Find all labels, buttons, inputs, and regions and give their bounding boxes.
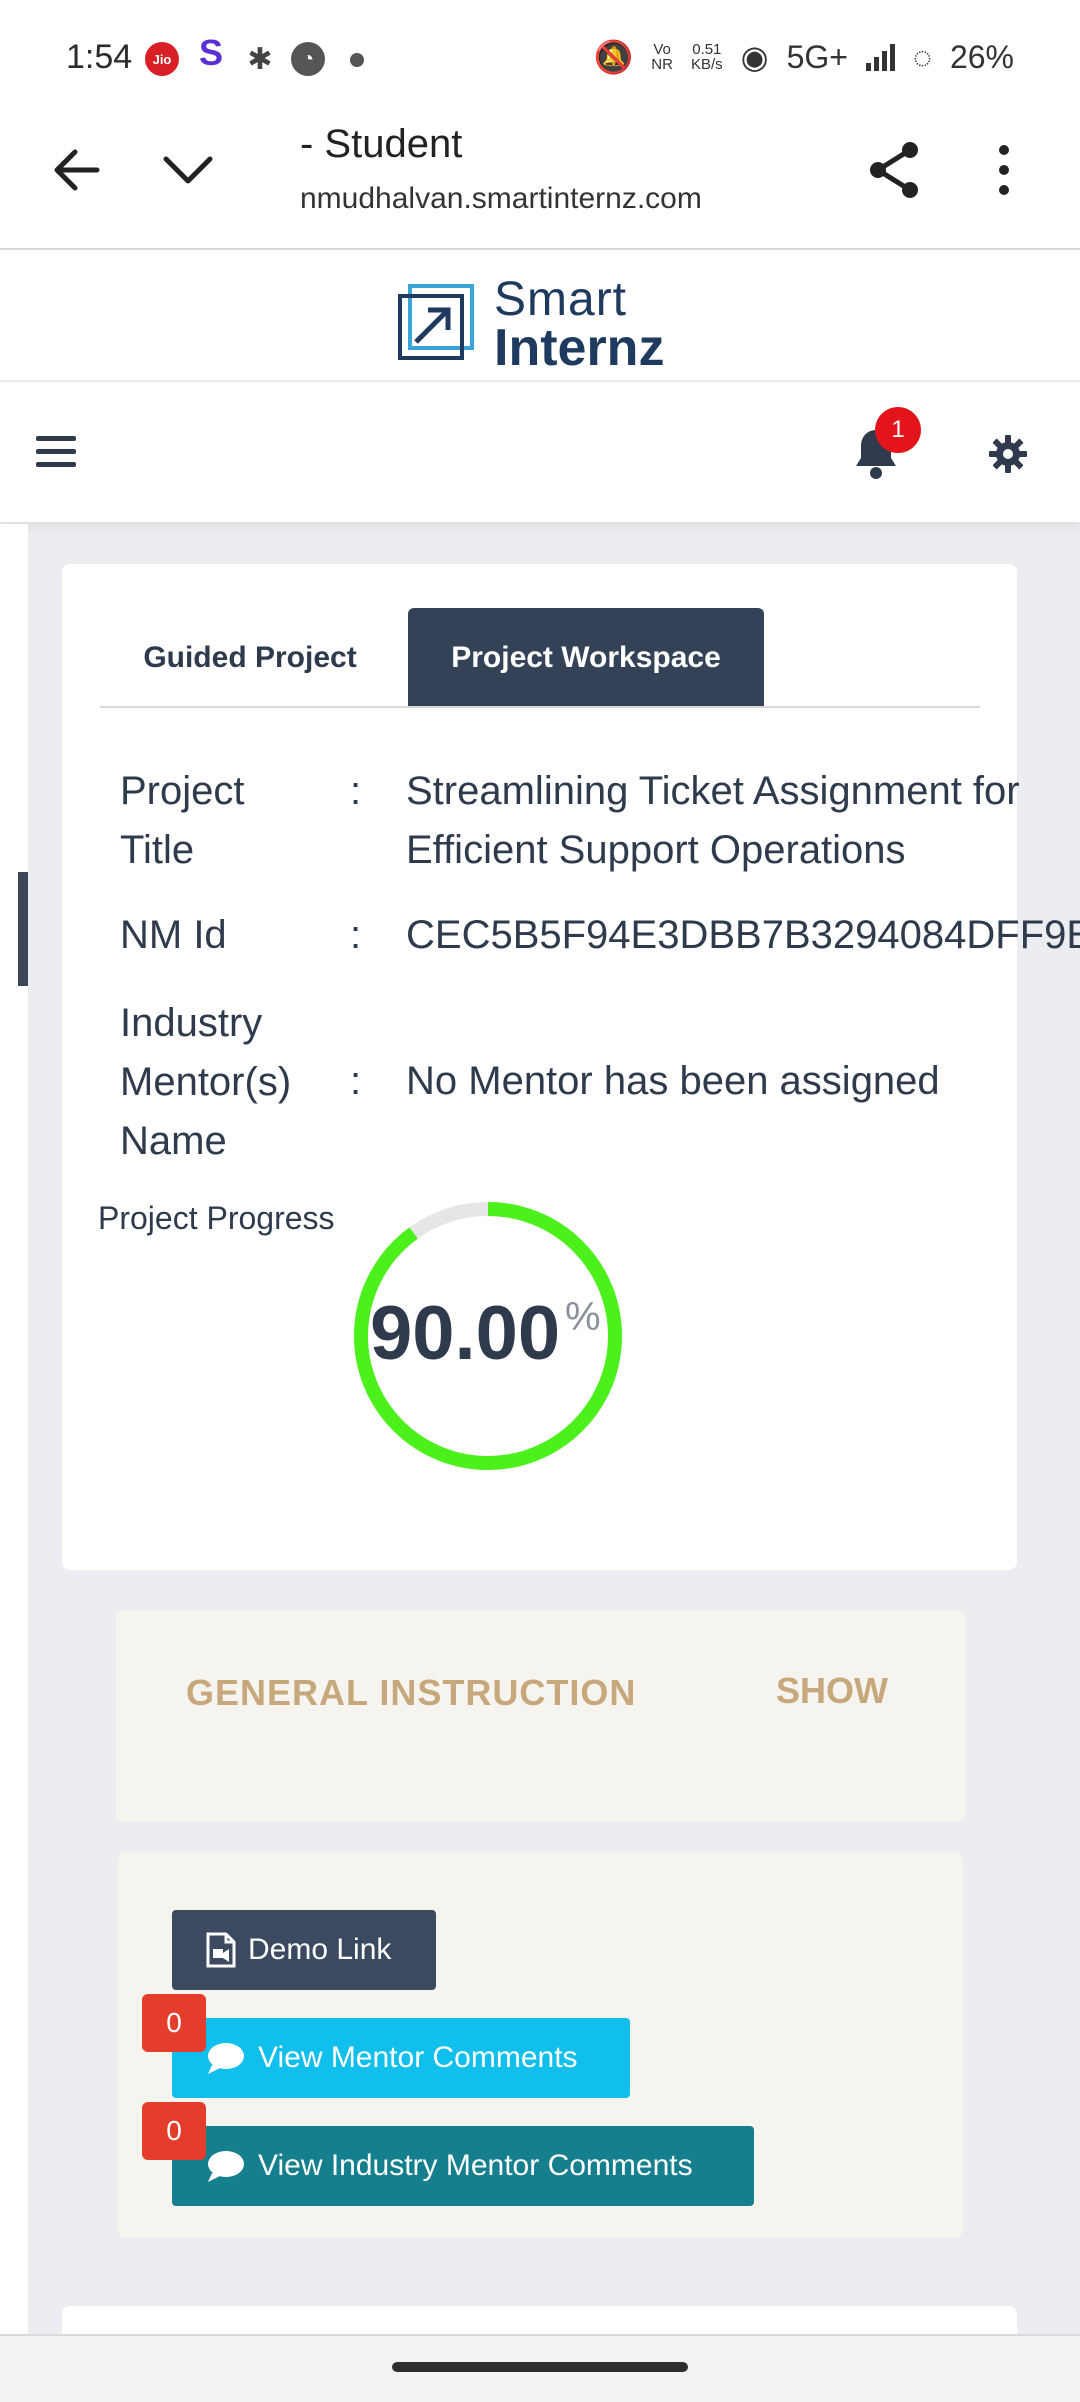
smartinternz-logo-icon [398, 284, 474, 360]
home-gesture-handle[interactable] [392, 2362, 688, 2372]
view-mentor-comments-label: View Mentor Comments [258, 2041, 578, 2074]
industry-mentor-label: Industry Mentor(s) Name [120, 994, 291, 1171]
chevron-down-icon [163, 156, 213, 184]
project-progress-label: Project Progress [98, 1200, 335, 1236]
collapse-button[interactable] [146, 128, 230, 212]
logo-text-internz: Internz [494, 319, 665, 377]
gauge-icon: ◔ [291, 42, 325, 76]
nm-id-label: NM Id [120, 913, 227, 957]
colon: : [350, 1059, 362, 1103]
project-title-label: Project Title [120, 762, 245, 880]
sidebar-edge [0, 524, 28, 2334]
mute-bell-icon: 🔕 [593, 39, 634, 75]
more-options-button[interactable] [962, 128, 1046, 212]
status-time: 1:54 [66, 38, 133, 76]
view-industry-mentor-comments-button[interactable]: View Industry Mentor Comments [172, 2126, 754, 2206]
show-instruction-toggle[interactable]: SHOW [776, 1670, 888, 1712]
progress-value: 90.00 [370, 1291, 561, 1376]
view-industry-mentor-comments-label: View Industry Mentor Comments [258, 2149, 693, 2182]
nm-id-value: CEC5B5F94E3DBB7B3294084DFF9E [406, 913, 1080, 957]
fan-icon: ✱ [247, 42, 273, 76]
sidebar-handle[interactable] [18, 872, 28, 986]
signal-icon [865, 43, 895, 71]
view-mentor-comments-button[interactable]: View Mentor Comments [172, 2018, 630, 2098]
demo-link-label: Demo Link [248, 1933, 392, 1966]
gear-icon[interactable] [988, 434, 1028, 474]
share-button[interactable] [852, 128, 936, 212]
speed-unit: KB/s [690, 56, 723, 73]
colon: : [350, 769, 362, 813]
colon: : [350, 913, 362, 957]
more-vertical-icon [999, 145, 1009, 195]
comment-icon [208, 2043, 244, 2074]
project-title-value: Streamlining Ticket Assignment for Effic… [406, 762, 1020, 880]
project-title-value-line: Streamlining Ticket Assignment for [406, 769, 1020, 813]
project-title-value-line: Efficient Support Operations [406, 828, 906, 872]
tab-divider [100, 706, 980, 708]
site-navbar [0, 382, 1080, 522]
notification-badge: 1 [875, 407, 921, 453]
status-right-group: 🔕 Vo NR 0.51 KB/s ◉ 5G+ ◌ 26% [593, 38, 1014, 76]
project-title-label-line: Title [120, 828, 195, 872]
page-title: - Student [300, 122, 463, 166]
tab-guided-project[interactable]: Guided Project [100, 608, 400, 708]
battery-icon: ◌ [912, 38, 932, 75]
demo-link-button[interactable]: Demo Link [172, 1910, 436, 1990]
general-instruction-title: GENERAL INSTRUCTION [186, 1672, 637, 1713]
tab-project-workspace[interactable]: Project Workspace [408, 608, 764, 708]
back-arrow-icon [54, 149, 100, 191]
project-title-label-line: Project [120, 769, 245, 813]
mentor-comments-count-badge: 0 [142, 1994, 206, 2052]
network-type: 5G+ [786, 38, 848, 75]
more-notifications-dot-icon [350, 53, 364, 67]
comment-icon [208, 2151, 244, 2182]
video-file-icon [206, 1932, 236, 1968]
industry-mentor-label-line: Name [120, 1119, 227, 1163]
jio-icon: Jio [145, 42, 179, 76]
industry-mentor-label-line: Industry [120, 1001, 263, 1045]
battery-level: 26% [949, 38, 1014, 75]
industry-mentor-value: No Mentor has been assigned [406, 1059, 940, 1103]
back-button[interactable] [34, 128, 118, 212]
hotspot-icon: ◉ [740, 39, 769, 75]
volte-indicator: Vo NR [651, 42, 673, 72]
volte-bottom: NR [651, 56, 673, 73]
general-instruction-panel [116, 1610, 966, 1822]
industry-comments-count-badge: 0 [142, 2102, 206, 2160]
share-icon [870, 142, 918, 198]
hamburger-line [36, 462, 76, 467]
s-app-icon: S [198, 32, 223, 73]
industry-mentor-label-line: Mentor(s) [120, 1060, 292, 1104]
url-text[interactable]: nmudhalvan.smartinternz.com [300, 182, 820, 216]
progress-unit: % [565, 1295, 601, 1339]
menu-button[interactable] [36, 436, 76, 468]
speed-indicator: 0.51 KB/s [691, 42, 723, 72]
hamburger-line [36, 449, 76, 454]
hamburger-line [36, 436, 76, 441]
